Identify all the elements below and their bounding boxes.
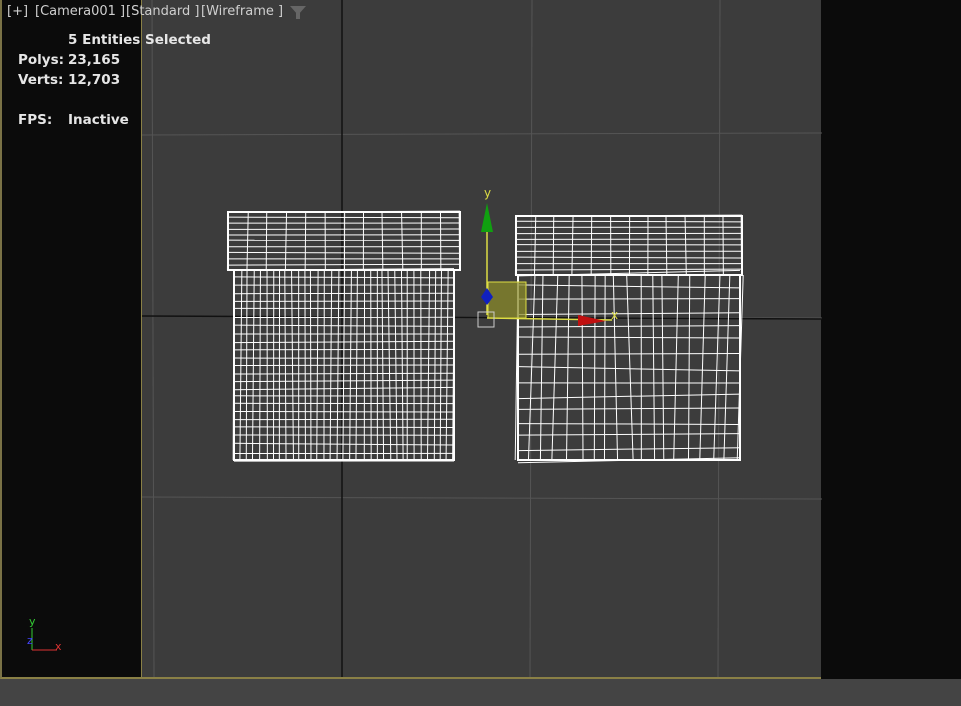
- fps-label: FPS:: [18, 112, 53, 128]
- verts-value: 12,703: [68, 72, 121, 88]
- curtain-left-top-wireframe: [226, 210, 461, 271]
- gizmo-x-label: x: [611, 308, 619, 322]
- gizmo-y-label: y: [484, 186, 492, 200]
- funnel-icon[interactable]: [290, 6, 306, 19]
- viewport-camera-label[interactable]: [Camera001 ]: [35, 4, 125, 19]
- camera-viewport[interactable]: [+] [Camera001 ] [Standard ] [Wireframe …: [0, 0, 823, 679]
- fps-value: Inactive: [68, 112, 129, 128]
- tripod-y-label: y: [29, 615, 36, 628]
- curtain-right-top-wireframe: [514, 214, 743, 276]
- polys-label: Polys:: [18, 52, 65, 68]
- polys-value: 23,165: [68, 52, 121, 68]
- curtain-left-wireframe: [232, 268, 455, 462]
- viewport-shading-mode[interactable]: [Wireframe ]: [201, 4, 283, 19]
- tripod-z-label: z: [27, 634, 33, 647]
- grid-line: [141, 496, 823, 500]
- curtain-right-wireframe: [514, 269, 744, 464]
- gizmo-x-arrow-icon: [578, 315, 606, 326]
- grid-line: [151, 0, 155, 678]
- selection-count: 5 Entities Selected: [68, 32, 211, 48]
- gizmo-y-arrow-icon: [481, 203, 493, 232]
- viewport-shading-standard[interactable]: [Standard ]: [126, 4, 199, 19]
- verts-label: Verts:: [18, 72, 64, 88]
- tripod-x-label: x: [55, 640, 62, 653]
- bottom-bar: [0, 679, 961, 706]
- grid-line: [529, 0, 533, 678]
- viewport-menu-plus[interactable]: [+]: [7, 4, 28, 19]
- viewport-scene[interactable]: [2, 0, 823, 679]
